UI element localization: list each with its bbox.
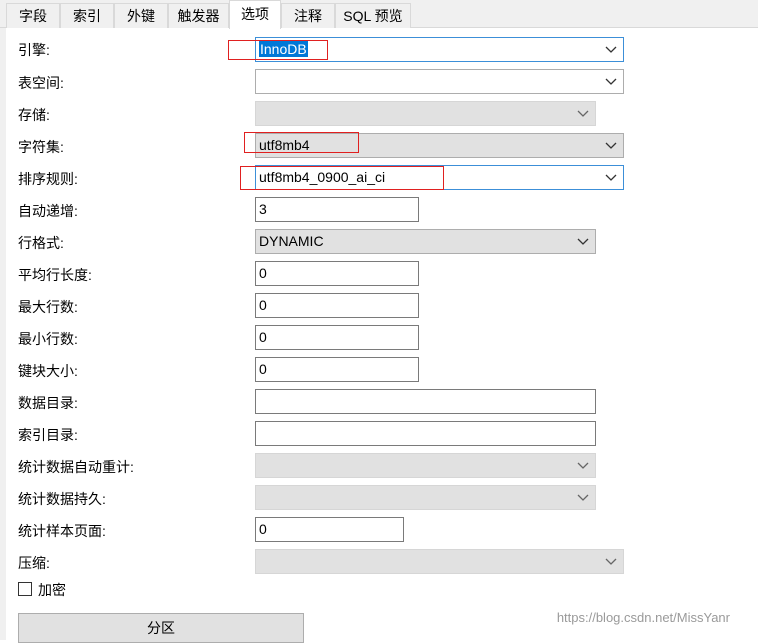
key-block-size-input[interactable]: 0 <box>255 357 419 382</box>
stats-persistent-label: 统计数据持久: <box>18 491 106 507</box>
collation-value: utf8mb4_0900_ai_ci <box>259 169 386 185</box>
chevron-down-icon <box>605 174 617 181</box>
chevron-down-icon <box>577 238 589 245</box>
tab-sql-preview[interactable]: SQL 预览 <box>335 3 411 28</box>
chevron-down-icon <box>605 78 617 85</box>
storage-label: 存储: <box>18 107 50 123</box>
min-rows-input[interactable]: 0 <box>255 325 419 350</box>
engine-select[interactable]: InnoDB <box>255 37 624 62</box>
data-directory-input[interactable] <box>255 389 596 414</box>
chevron-down-icon <box>577 494 589 501</box>
row-format-select[interactable]: DYNAMIC <box>255 229 596 254</box>
charset-value: utf8mb4 <box>259 137 310 153</box>
tab-options[interactable]: 选项 <box>229 0 281 29</box>
auto-increment-input[interactable]: 3 <box>255 197 419 222</box>
chevron-down-icon <box>577 462 589 469</box>
stats-auto-recalc-select[interactable] <box>255 453 596 478</box>
encryption-label: 加密 <box>38 582 66 598</box>
collation-label: 排序规则: <box>18 171 78 187</box>
stats-auto-recalc-label: 统计数据自动重计: <box>18 459 134 475</box>
data-directory-label: 数据目录: <box>18 395 78 411</box>
compression-label: 压缩: <box>18 555 50 571</box>
tab-triggers[interactable]: 触发器 <box>168 3 229 28</box>
chevron-down-icon <box>605 142 617 149</box>
tablespace-label: 表空间: <box>18 75 64 91</box>
partition-button[interactable]: 分区 <box>18 613 304 643</box>
row-format-label: 行格式: <box>18 235 64 251</box>
watermark-text: https://blog.csdn.net/MissYanr <box>556 610 730 625</box>
index-directory-label: 索引目录: <box>18 427 78 443</box>
max-rows-input[interactable]: 0 <box>255 293 419 318</box>
tab-bar: 字段 索引 外键 触发器 选项 注释 SQL 预览 <box>0 0 758 29</box>
engine-label: 引擎: <box>18 42 50 58</box>
avg-row-length-input[interactable]: 0 <box>255 261 419 286</box>
compression-select[interactable] <box>255 549 624 574</box>
engine-value: InnoDB <box>259 41 308 57</box>
max-rows-label: 最大行数: <box>18 299 78 315</box>
tab-indexes[interactable]: 索引 <box>60 3 114 28</box>
stats-persistent-select[interactable] <box>255 485 596 510</box>
chevron-down-icon <box>605 46 617 53</box>
row-format-value: DYNAMIC <box>259 233 324 249</box>
chevron-down-icon <box>605 558 617 565</box>
storage-select[interactable] <box>255 101 596 126</box>
left-panel-edge <box>0 28 6 640</box>
charset-select[interactable]: utf8mb4 <box>255 133 624 158</box>
avg-row-length-label: 平均行长度: <box>18 267 92 283</box>
charset-label: 字符集: <box>18 139 64 155</box>
index-directory-input[interactable] <box>255 421 596 446</box>
key-block-size-label: 键块大小: <box>18 363 78 379</box>
min-rows-label: 最小行数: <box>18 331 78 347</box>
tablespace-select[interactable] <box>255 69 624 94</box>
tab-foreign-keys[interactable]: 外键 <box>114 3 168 28</box>
encryption-checkbox[interactable] <box>18 582 32 596</box>
chevron-down-icon <box>577 110 589 117</box>
stats-sample-pages-input[interactable]: 0 <box>255 517 404 542</box>
tab-fields[interactable]: 字段 <box>6 3 60 28</box>
collation-select[interactable]: utf8mb4_0900_ai_ci <box>255 165 624 190</box>
auto-increment-label: 自动递增: <box>18 203 78 219</box>
stats-sample-pages-label: 统计样本页面: <box>18 523 106 539</box>
tab-comments[interactable]: 注释 <box>281 3 335 28</box>
